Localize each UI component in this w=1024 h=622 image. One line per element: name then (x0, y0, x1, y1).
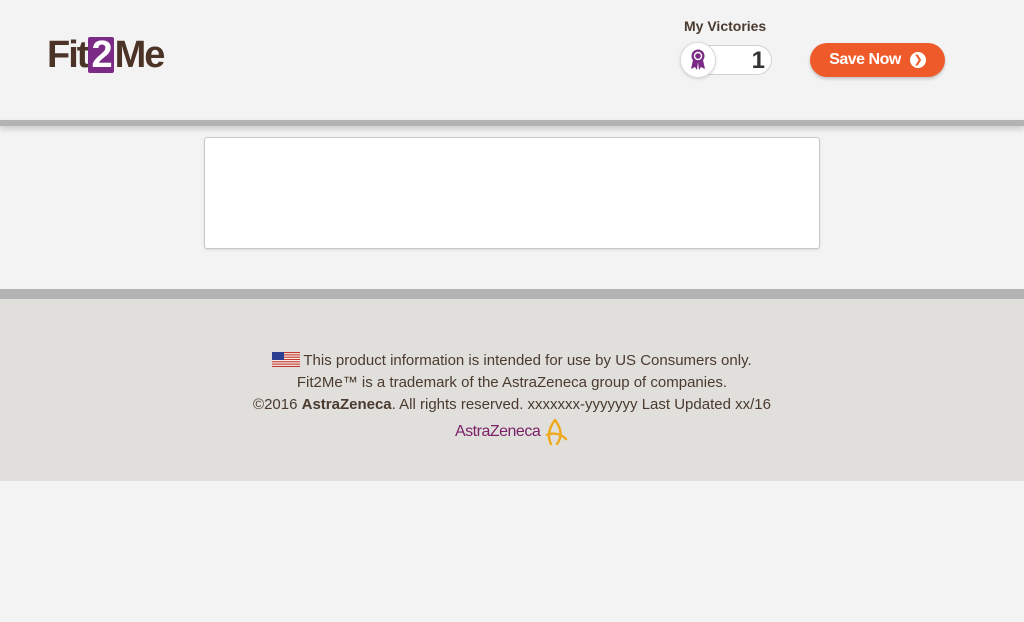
header-divider (0, 120, 1024, 126)
copyright-text: ©2016 AstraZeneca. All rights reserved. … (0, 396, 1024, 413)
us-flag-icon (272, 352, 301, 367)
logo-suffix: Me (114, 34, 166, 76)
footer-divider (0, 289, 1024, 299)
victories-count: 1 (751, 47, 765, 74)
site-header: Fit 2 Me My Victories 1 Save Now ❯ (0, 0, 1024, 120)
trademark-text: Fit2Me™ is a trademark of the AstraZenec… (296, 374, 728, 391)
ribbon-award-icon (680, 42, 716, 78)
save-now-button[interactable]: Save Now ❯ (810, 43, 945, 77)
astrazeneca-logo[interactable]: AstraZeneca (455, 418, 568, 446)
us-consumers-notice: This product information is intended for… (0, 352, 1024, 369)
site-footer: This product information is intended for… (0, 299, 1024, 481)
chevron-right-circle-icon: ❯ (909, 52, 926, 68)
main-content-panel (204, 137, 820, 249)
astrazeneca-symbol-icon (545, 418, 568, 446)
my-victories-label: My Victories (684, 18, 767, 34)
logo-two: 2 (88, 36, 114, 74)
fit2me-logo[interactable]: Fit 2 Me (47, 33, 166, 77)
logo-prefix: Fit (47, 34, 89, 76)
notice-text: This product information is intended for… (303, 352, 752, 369)
save-now-label: Save Now (829, 51, 901, 68)
copyright-prefix: ©2016 (253, 396, 302, 413)
my-victories-counter[interactable]: 1 (680, 42, 772, 78)
astrazeneca-logo-text: AstraZeneca (455, 423, 541, 440)
copyright-suffix: . All rights reserved. xxxxxxx-yyyyyyy L… (391, 396, 771, 413)
copyright-company: AstraZeneca (301, 396, 392, 413)
